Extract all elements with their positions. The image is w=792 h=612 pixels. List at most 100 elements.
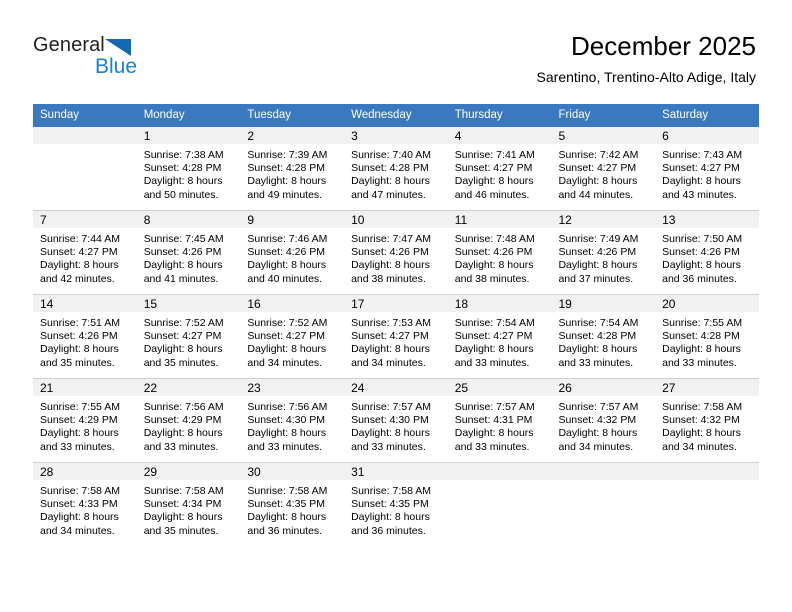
weekday-header-monday: Monday	[136, 104, 241, 127]
day-details: Sunrise: 7:57 AM Sunset: 4:31 PM Daylight:…	[448, 396, 552, 454]
day-details: Sunrise: 7:52 AM Sunset: 4:27 PM Daylight:…	[240, 312, 344, 370]
calendar-day-cell[interactable]: 30 Sunrise: 7:58 AM Sunset: 4:35 PM Dayligh…	[240, 462, 345, 546]
day-number: 12	[551, 211, 656, 228]
day-details: Sunrise: 7:58 AM Sunset: 4:32 PM Daylight:…	[655, 396, 759, 454]
daylight-text-line1: Daylight: 8 hours	[454, 343, 534, 356]
weekday-header-tuesday: Tuesday	[240, 104, 345, 127]
daylight-text-line1: Daylight: 8 hours	[143, 175, 223, 188]
day-details: Sunrise: 7:48 AM Sunset: 4:26 PM Daylight:…	[448, 228, 552, 286]
calendar-day-cell[interactable]: 14 Sunrise: 7:51 AM Sunset: 4:26 PM Dayligh…	[33, 294, 137, 379]
calendar-day-cell[interactable]: 11 Sunrise: 7:48 AM Sunset: 4:26 PM Dayligh…	[447, 210, 552, 295]
sunset-text: Sunset: 4:26 PM	[454, 246, 533, 259]
sunset-text: Sunset: 4:26 PM	[558, 246, 637, 259]
calendar-day-cell[interactable]: 27 Sunrise: 7:58 AM Sunset: 4:32 PM Dayligh…	[655, 378, 759, 463]
sunrise-text: Sunrise: 7:41 AM	[454, 149, 535, 161]
day-details: Sunrise: 7:52 AM Sunset: 4:27 PM Daylight:…	[137, 312, 241, 370]
day-number: 22	[136, 379, 241, 396]
sunrise-text: Sunrise: 7:46 AM	[247, 233, 328, 245]
sunrise-text: Sunrise: 7:52 AM	[143, 317, 224, 329]
daylight-text-line1: Daylight: 8 hours	[662, 427, 741, 440]
page-subtitle: Sarentino, Trentino-Alto Adige, Italy	[536, 69, 756, 85]
calendar-day-cell[interactable]: 12 Sunrise: 7:49 AM Sunset: 4:26 PM Dayligh…	[551, 210, 656, 295]
sunrise-text: Sunrise: 7:57 AM	[454, 401, 535, 413]
calendar-day-cell[interactable]: 10 Sunrise: 7:47 AM Sunset: 4:26 PM Dayligh…	[344, 210, 448, 295]
calendar-day-cell[interactable]: 18 Sunrise: 7:54 AM Sunset: 4:27 PM Dayligh…	[447, 294, 552, 379]
calendar-day-cell[interactable]: 20 Sunrise: 7:55 AM Sunset: 4:28 PM Dayligh…	[655, 294, 759, 379]
daylight-text-line2: and 33 minutes.	[247, 440, 323, 453]
daylight-text-line1: Daylight: 8 hours	[143, 427, 223, 440]
calendar-day-cell[interactable]: 16 Sunrise: 7:52 AM Sunset: 4:27 PM Dayligh…	[240, 294, 345, 379]
sunrise-text: Sunrise: 7:54 AM	[558, 317, 639, 329]
day-number: 24	[344, 379, 448, 396]
day-number: 28	[33, 463, 137, 480]
day-details: Sunrise: 7:38 AM Sunset: 4:28 PM Daylight:…	[137, 144, 241, 202]
calendar-day-cell[interactable]: 6 Sunrise: 7:43 AM Sunset: 4:27 PM Daylight…	[655, 127, 759, 211]
daylight-text-line2: and 35 minutes.	[143, 524, 219, 537]
calendar-day-cell[interactable]: 19 Sunrise: 7:54 AM Sunset: 4:28 PM Dayligh…	[551, 294, 656, 379]
calendar-day-cell[interactable]: 5 Sunrise: 7:42 AM Sunset: 4:27 PM Daylight…	[551, 127, 656, 211]
sunrise-text: Sunrise: 7:38 AM	[143, 149, 224, 161]
calendar-week-row: 7 Sunrise: 7:44 AM Sunset: 4:27 PM Daylight…	[33, 210, 759, 295]
sunrise-text: Sunrise: 7:58 AM	[143, 485, 224, 497]
daylight-text-line2: and 38 minutes.	[351, 272, 426, 285]
day-details: Sunrise: 7:39 AM Sunset: 4:28 PM Daylight:…	[240, 144, 344, 202]
sunrise-text: Sunrise: 7:55 AM	[40, 401, 120, 413]
calendar-day-cell[interactable]: 1 Sunrise: 7:38 AM Sunset: 4:28 PM Daylight…	[136, 127, 241, 211]
sunrise-text: Sunrise: 7:55 AM	[662, 317, 743, 329]
weekday-header-wednesday: Wednesday	[344, 104, 448, 127]
calendar-day-cell[interactable]: 8 Sunrise: 7:45 AM Sunset: 4:26 PM Daylight…	[136, 210, 241, 295]
sunrise-text: Sunrise: 7:58 AM	[247, 485, 328, 497]
calendar-day-cell[interactable]: 15 Sunrise: 7:52 AM Sunset: 4:27 PM Dayligh…	[136, 294, 241, 379]
calendar-day-cell[interactable]: 24 Sunrise: 7:57 AM Sunset: 4:30 PM Dayligh…	[344, 378, 448, 463]
sunset-text: Sunset: 4:27 PM	[40, 246, 118, 259]
sunrise-text: Sunrise: 7:54 AM	[454, 317, 535, 329]
day-number: 7	[33, 211, 137, 228]
calendar-day-cell[interactable]: 13 Sunrise: 7:50 AM Sunset: 4:26 PM Dayligh…	[655, 210, 759, 295]
calendar-day-cell[interactable]: 29 Sunrise: 7:58 AM Sunset: 4:34 PM Dayligh…	[136, 462, 241, 546]
sunrise-text: Sunrise: 7:44 AM	[40, 233, 120, 245]
calendar-day-cell[interactable]: 2 Sunrise: 7:39 AM Sunset: 4:28 PM Daylight…	[240, 127, 345, 211]
day-details: Sunrise: 7:58 AM Sunset: 4:33 PM Daylight:…	[33, 480, 137, 538]
calendar-day-cell[interactable]: 4 Sunrise: 7:41 AM Sunset: 4:27 PM Daylight…	[447, 127, 552, 211]
calendar-day-cell[interactable]: 9 Sunrise: 7:46 AM Sunset: 4:26 PM Daylight…	[240, 210, 345, 295]
sunset-text: Sunset: 4:27 PM	[351, 330, 429, 343]
calendar-day-cell[interactable]: 31 Sunrise: 7:58 AM Sunset: 4:35 PM Dayligh…	[344, 462, 448, 546]
day-number: 25	[447, 379, 552, 396]
weekday-header-friday: Friday	[551, 104, 656, 127]
daylight-text-line2: and 47 minutes.	[351, 188, 426, 201]
sunrise-text: Sunrise: 7:40 AM	[351, 149, 432, 161]
general-blue-logo[interactable]: General Blue	[33, 33, 163, 81]
calendar-day-cell[interactable]: 26 Sunrise: 7:57 AM Sunset: 4:32 PM Dayligh…	[551, 378, 656, 463]
daylight-text-line2: and 37 minutes.	[558, 272, 634, 285]
day-details: Sunrise: 7:46 AM Sunset: 4:26 PM Daylight:…	[240, 228, 344, 286]
day-details: Sunrise: 7:44 AM Sunset: 4:27 PM Daylight:…	[33, 228, 137, 286]
daylight-text-line2: and 33 minutes.	[558, 356, 634, 369]
calendar-day-cell[interactable]: 21 Sunrise: 7:55 AM Sunset: 4:29 PM Dayligh…	[33, 378, 137, 463]
calendar-day-cell[interactable]: 7 Sunrise: 7:44 AM Sunset: 4:27 PM Daylight…	[33, 210, 137, 295]
daylight-text-line2: and 34 minutes.	[558, 440, 634, 453]
daylight-text-line1: Daylight: 8 hours	[454, 259, 534, 272]
calendar-day-cell[interactable]: 22 Sunrise: 7:56 AM Sunset: 4:29 PM Dayligh…	[136, 378, 241, 463]
calendar-day-cell[interactable]: 23 Sunrise: 7:56 AM Sunset: 4:30 PM Dayligh…	[240, 378, 345, 463]
calendar-day-cell[interactable]: 17 Sunrise: 7:53 AM Sunset: 4:27 PM Dayligh…	[344, 294, 448, 379]
daylight-text-line1: Daylight: 8 hours	[40, 427, 119, 440]
daylight-text-line1: Daylight: 8 hours	[40, 511, 119, 524]
daylight-text-line2: and 34 minutes.	[40, 524, 115, 537]
sunset-text: Sunset: 4:26 PM	[143, 246, 222, 259]
page-title: December 2025	[571, 31, 756, 61]
calendar-day-cell[interactable]: 28 Sunrise: 7:58 AM Sunset: 4:33 PM Dayligh…	[33, 462, 137, 546]
sunset-text: Sunset: 4:29 PM	[143, 414, 222, 427]
calendar-day-cell[interactable]: 25 Sunrise: 7:57 AM Sunset: 4:31 PM Dayligh…	[447, 378, 552, 463]
daylight-text-line1: Daylight: 8 hours	[143, 511, 223, 524]
daylight-text-line2: and 41 minutes.	[143, 272, 219, 285]
day-details: Sunrise: 7:58 AM Sunset: 4:34 PM Daylight:…	[137, 480, 241, 538]
calendar-day-cell[interactable]: 3 Sunrise: 7:40 AM Sunset: 4:28 PM Daylight…	[344, 127, 448, 211]
day-number	[655, 463, 759, 480]
sunrise-text: Sunrise: 7:57 AM	[351, 401, 432, 413]
day-number: 8	[136, 211, 241, 228]
day-details: Sunrise: 7:56 AM Sunset: 4:30 PM Daylight:…	[240, 396, 344, 454]
daylight-text-line1: Daylight: 8 hours	[351, 343, 430, 356]
daylight-text-line2: and 33 minutes.	[454, 440, 530, 453]
daylight-text-line2: and 43 minutes.	[662, 188, 737, 201]
day-number	[447, 463, 552, 480]
